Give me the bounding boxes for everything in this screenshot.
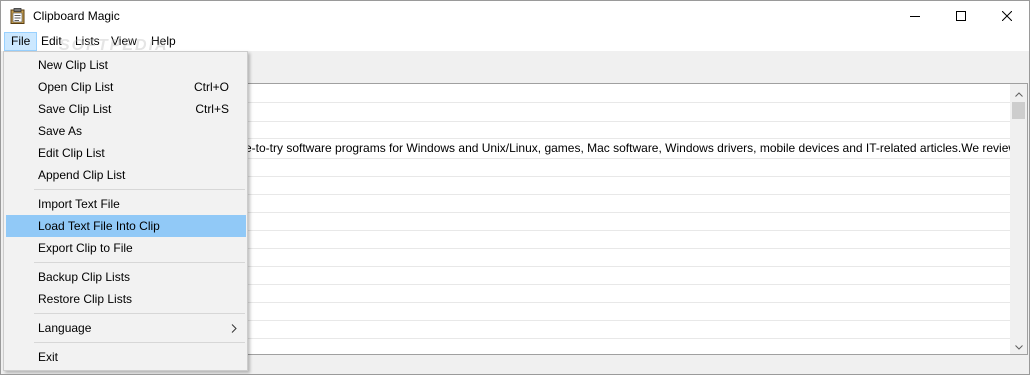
menu-item-open-clip-list[interactable]: Open Clip List Ctrl+O: [6, 76, 246, 98]
file-menu-dropdown: New Clip List Open Clip List Ctrl+O Save…: [3, 51, 248, 371]
chevron-up-icon: [1014, 86, 1023, 100]
close-icon: [1002, 11, 1012, 21]
menu-item-restore-clip-lists[interactable]: Restore Clip Lists: [6, 288, 246, 310]
title-bar: Clipboard Magic: [1, 1, 1029, 31]
menu-item-edit-clip-list[interactable]: Edit Clip List: [6, 142, 246, 164]
close-button[interactable]: [984, 1, 1029, 31]
menu-item-label: Load Text File Into Clip: [38, 219, 160, 233]
menu-item-backup-clip-lists[interactable]: Backup Clip Lists: [6, 266, 246, 288]
menu-item-load-text-file-into-clip[interactable]: Load Text File Into Clip: [6, 215, 246, 237]
chevron-down-icon: [1014, 339, 1023, 353]
menu-item-label: Edit Clip List: [38, 146, 105, 160]
menu-item-save-as[interactable]: Save As: [6, 120, 246, 142]
menu-item-append-clip-list[interactable]: Append Clip List: [6, 164, 246, 186]
menu-separator: [34, 313, 245, 314]
maximize-button[interactable]: [938, 1, 984, 31]
menu-item-exit[interactable]: Exit: [6, 346, 246, 368]
maximize-icon: [956, 11, 966, 21]
menu-item-label: Save As: [38, 124, 83, 138]
menu-item-import-text-file[interactable]: Import Text File: [6, 193, 246, 215]
menu-item-label: Open Clip List: [38, 80, 114, 94]
menu-item-label: Save Clip List: [38, 102, 112, 116]
chevron-right-icon: [231, 317, 237, 340]
menu-item-label: Import Text File: [38, 197, 120, 211]
menu-item-export-clip-to-file[interactable]: Export Clip to File: [6, 237, 246, 259]
menu-item-label: Exit: [38, 350, 59, 364]
menu-file[interactable]: File: [4, 32, 38, 51]
menu-item-label: Export Clip to File: [38, 241, 133, 255]
menu-item-label: New Clip List: [38, 58, 109, 72]
menu-item-label: Append Clip List: [38, 168, 126, 182]
menu-item-save-clip-list[interactable]: Save Clip List Ctrl+S: [6, 98, 246, 120]
clipboard-app-icon: [10, 8, 25, 24]
menu-separator: [34, 342, 245, 343]
menu-separator: [34, 262, 245, 263]
menu-item-new-clip-list[interactable]: New Clip List: [6, 54, 246, 76]
scroll-up-button[interactable]: [1010, 84, 1027, 101]
vertical-scrollbar[interactable]: [1010, 84, 1027, 354]
scrollbar-thumb[interactable]: [1012, 102, 1025, 119]
minimize-button[interactable]: [892, 1, 938, 31]
shortcut-label: Ctrl+O: [193, 80, 229, 94]
menu-item-label: Restore Clip Lists: [38, 292, 133, 306]
menu-item-language[interactable]: Language: [6, 317, 246, 339]
minimize-icon: [910, 11, 920, 21]
menu-item-label: Language: [38, 321, 92, 335]
scroll-down-button[interactable]: [1010, 337, 1027, 354]
menu-item-label: Backup Clip Lists: [38, 270, 131, 284]
menu-separator: [34, 189, 245, 190]
window-title: Clipboard Magic: [33, 9, 120, 23]
clip-item-text[interactable]: e-to-try software programs for Windows a…: [245, 141, 1010, 155]
shortcut-label: Ctrl+S: [195, 102, 229, 116]
app-window: Clipboard Magic File Edit Lists View Hel…: [0, 0, 1030, 375]
